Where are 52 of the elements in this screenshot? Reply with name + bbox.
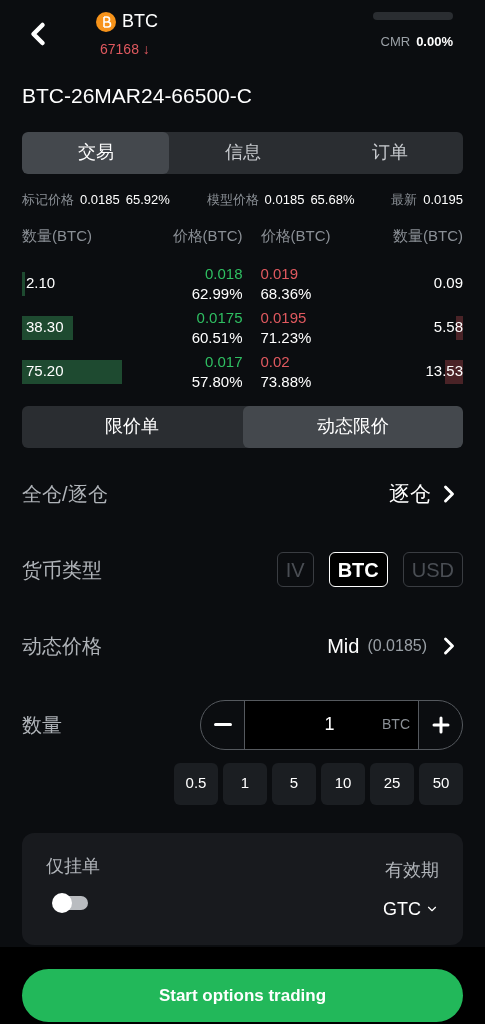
bid-iv: 62.99%	[191, 283, 243, 304]
info-value: 0.0185	[80, 190, 120, 209]
ask-iv: 71.23%	[260, 327, 312, 348]
coin-price: 67168 ↓	[100, 40, 150, 59]
bid-price: 0.017	[204, 351, 243, 372]
quantity-label: 数量	[22, 712, 62, 738]
bid-price: 0.018	[204, 263, 243, 284]
preset-chip[interactable]: 5	[272, 762, 316, 805]
info-label: 标记价格	[22, 190, 74, 209]
bid-price: 0.0175	[196, 307, 243, 328]
order-type-tab[interactable]: 动态限价	[242, 405, 463, 448]
margin-selector[interactable]: 逐仓	[389, 477, 463, 510]
coin-name: BTC	[122, 10, 158, 33]
margin-label: 全仓/逐仓	[22, 481, 108, 507]
preset-chip[interactable]: 50	[419, 762, 463, 805]
column-header: 价格(BTC)	[259, 226, 332, 246]
bid-iv: 57.80%	[191, 371, 243, 392]
info-value: 65.92%	[125, 190, 170, 209]
preset-chip[interactable]: 10	[321, 762, 365, 805]
coin-icon	[96, 11, 116, 32]
ask-iv: 73.88%	[260, 371, 312, 392]
preset-chip[interactable]: 1	[223, 762, 267, 805]
validity-selector[interactable]: GTC	[383, 895, 439, 923]
column-header: 数量(BTC)	[22, 226, 93, 246]
tab[interactable]: 订单	[316, 131, 463, 174]
column-header: 价格(BTC)	[171, 226, 243, 246]
info-label: 最新	[391, 190, 418, 209]
ask-iv: 68.36%	[260, 283, 312, 304]
currency-label: 货币类型	[22, 557, 102, 583]
preset-chip[interactable]: 25	[370, 762, 414, 805]
ask-price: 0.02	[260, 351, 290, 372]
bid-iv: 60.51%	[191, 327, 243, 348]
dynamic-price-selector[interactable]: Mid (0.0185)	[327, 630, 463, 661]
column-header: 数量(BTC)	[392, 226, 463, 246]
post-only-label: 仅挂单	[46, 854, 100, 878]
preset-chip[interactable]: 0.5	[174, 762, 218, 805]
ask-price: 0.0195	[260, 307, 307, 328]
info-label: 模型价格	[206, 190, 259, 209]
post-only-toggle[interactable]	[54, 895, 88, 910]
info-value: 0.0195	[423, 190, 463, 209]
cmr-value: 0.00%	[416, 33, 453, 51]
instrument-title: BTC-26MAR24-66500-C	[21, 83, 253, 109]
cmr-label: CMR	[380, 33, 411, 51]
info-value: 0.0185	[264, 190, 305, 209]
info-value: 65.68%	[310, 190, 355, 209]
tab[interactable]: 交易	[22, 131, 169, 174]
order-type-tab[interactable]: 限价单	[22, 405, 243, 448]
dynamic-price-label: 动态价格	[22, 633, 102, 659]
currency-option[interactable]: BTC	[328, 552, 388, 587]
tab[interactable]: 信息	[169, 131, 316, 174]
validity-label: 有效期	[385, 858, 439, 882]
ask-price: 0.019	[260, 263, 299, 284]
